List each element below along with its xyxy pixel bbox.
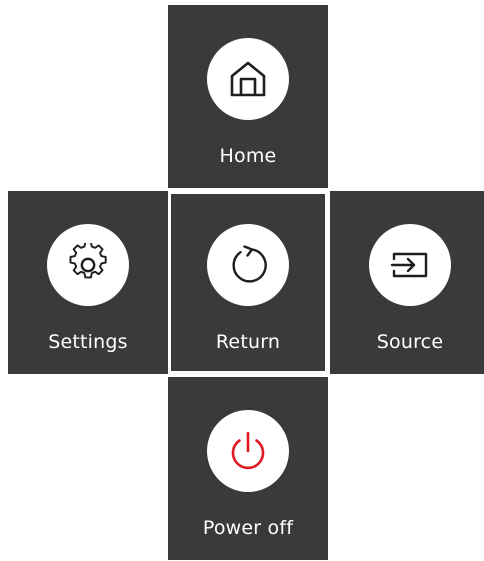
source-tile[interactable]: Source bbox=[330, 191, 484, 374]
home-icon-circle bbox=[207, 38, 289, 120]
return-icon bbox=[225, 242, 271, 288]
power-tile[interactable]: Power off bbox=[168, 377, 328, 560]
return-label: Return bbox=[215, 331, 281, 353]
home-label: Home bbox=[219, 145, 277, 167]
return-tile[interactable]: Return bbox=[168, 191, 328, 374]
source-label: Source bbox=[376, 331, 444, 353]
power-icon-circle bbox=[207, 410, 289, 492]
settings-icon-circle bbox=[47, 224, 129, 306]
gear-icon bbox=[66, 243, 110, 287]
return-icon-circle bbox=[207, 224, 289, 306]
source-input-icon bbox=[387, 242, 433, 288]
home-icon bbox=[226, 57, 270, 101]
power-icon bbox=[225, 428, 271, 474]
settings-tile[interactable]: Settings bbox=[8, 191, 168, 374]
power-off-label: Power off bbox=[202, 517, 294, 539]
settings-label: Settings bbox=[48, 331, 128, 353]
home-tile[interactable]: Home bbox=[168, 5, 328, 188]
source-icon-circle bbox=[369, 224, 451, 306]
